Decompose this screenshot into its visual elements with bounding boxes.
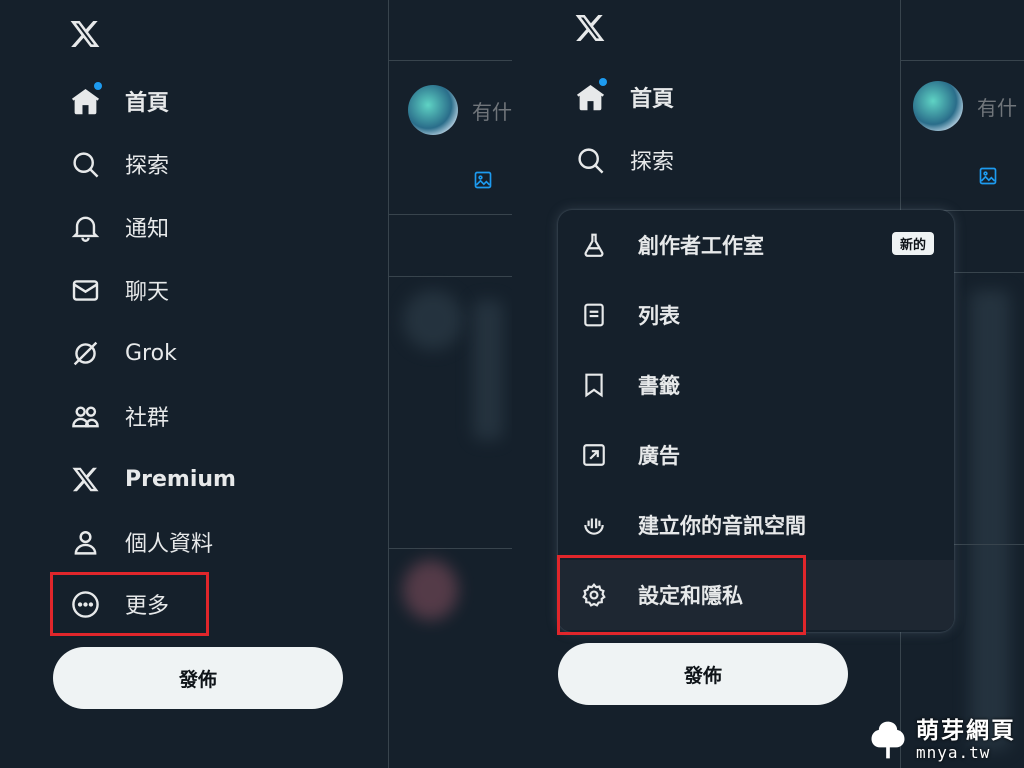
post-button[interactable]: 發佈 (558, 643, 848, 705)
nav-profile[interactable]: 個人資料 (69, 518, 213, 566)
x-logo-icon (69, 463, 101, 495)
menu-item-creator-studio[interactable]: 創作者工作室 新的 (558, 210, 954, 280)
menu-item-label: 建立你的音訊空間 (638, 514, 806, 538)
nav-chat-label: 聊天 (125, 280, 170, 305)
spaces-mic-icon (580, 511, 608, 539)
blurred-content (473, 300, 503, 440)
nav-explore-label: 探索 (125, 154, 170, 179)
nav-home[interactable]: 首頁 (69, 77, 169, 125)
x-logo-icon[interactable] (574, 12, 606, 44)
settings-highlight-box (557, 555, 806, 635)
search-icon (69, 148, 101, 180)
left-screenshot-panel: 首頁 探索 通知 聊天 Grok 社群 Premium 個人資料 更多 發佈 有… (0, 0, 512, 768)
tab-divider (388, 276, 512, 277)
nav-home-label: 首頁 (125, 91, 170, 116)
bell-icon (69, 211, 101, 243)
nav-grok[interactable]: Grok (69, 329, 177, 377)
sidebar: 首頁 探索 通知 聊天 Grok 社群 Premium 個人資料 更多 發佈 (0, 0, 389, 768)
flask-icon (580, 231, 608, 259)
nav-explore[interactable]: 探索 (69, 140, 169, 188)
composer-placeholder[interactable]: 有什 (472, 96, 512, 125)
watermark-en: mnya.tw (916, 742, 991, 762)
avatar[interactable] (913, 81, 963, 131)
nav-grok-label: Grok (125, 340, 177, 366)
post-divider (388, 548, 512, 549)
x-logo-icon[interactable] (69, 18, 101, 50)
envelope-icon (69, 274, 101, 306)
nav-notifications-label: 通知 (125, 217, 170, 242)
composer-divider (388, 214, 512, 215)
blurred-avatar (403, 290, 463, 350)
nav-home-label: 首頁 (630, 87, 675, 112)
blurred-avatar (403, 560, 458, 620)
header-divider (900, 60, 1024, 61)
more-highlight-box (50, 572, 209, 636)
menu-item-label: 書籤 (638, 374, 680, 398)
menu-item-bookmarks[interactable]: 書籤 (558, 350, 954, 420)
nav-premium[interactable]: Premium (69, 455, 236, 503)
ads-arrow-icon (580, 441, 608, 469)
image-media-icon[interactable] (978, 166, 998, 186)
nav-explore[interactable]: 探索 (574, 136, 674, 184)
nav-premium-label: Premium (125, 466, 236, 492)
menu-item-label: 創作者工作室 (638, 234, 764, 258)
home-icon (574, 78, 607, 113)
blurred-content (970, 290, 1010, 750)
nav-explore-label: 探索 (630, 150, 675, 175)
list-icon (580, 301, 608, 329)
new-badge: 新的 (891, 232, 934, 255)
notification-dot (94, 82, 102, 90)
grok-icon (69, 337, 101, 369)
image-media-icon[interactable] (473, 170, 493, 190)
menu-item-label: 列表 (638, 304, 680, 328)
tree-logo-icon (866, 718, 910, 762)
home-icon (69, 82, 102, 117)
search-icon (574, 144, 606, 176)
menu-item-ads[interactable]: 廣告 (558, 420, 954, 490)
timeline-column: 有什 (388, 0, 512, 768)
nav-communities[interactable]: 社群 (69, 392, 169, 440)
profile-icon (69, 526, 101, 558)
menu-item-label: 廣告 (638, 444, 680, 468)
watermark: 萌芽網頁 mnya.tw (866, 718, 1016, 762)
communities-icon (69, 400, 101, 432)
watermark-cn: 萌芽網頁 (916, 717, 1016, 744)
bookmark-icon (580, 371, 608, 399)
nav-communities-label: 社群 (125, 406, 170, 431)
right-screenshot-panel: 首頁 探索 發佈 有什 創作者工作室 新的 列表 書籤 廣告 建立你的音訊空間 … (512, 0, 1024, 768)
menu-item-create-space[interactable]: 建立你的音訊空間 (558, 490, 954, 560)
post-button[interactable]: 發佈 (53, 647, 343, 709)
nav-notifications[interactable]: 通知 (69, 203, 169, 251)
menu-item-lists[interactable]: 列表 (558, 280, 954, 350)
nav-home[interactable]: 首頁 (574, 73, 674, 121)
nav-profile-label: 個人資料 (125, 532, 214, 557)
nav-chat[interactable]: 聊天 (69, 266, 169, 314)
notification-dot (599, 78, 607, 86)
header-divider (388, 60, 512, 61)
composer-placeholder[interactable]: 有什 (977, 92, 1017, 121)
avatar[interactable] (408, 85, 458, 135)
